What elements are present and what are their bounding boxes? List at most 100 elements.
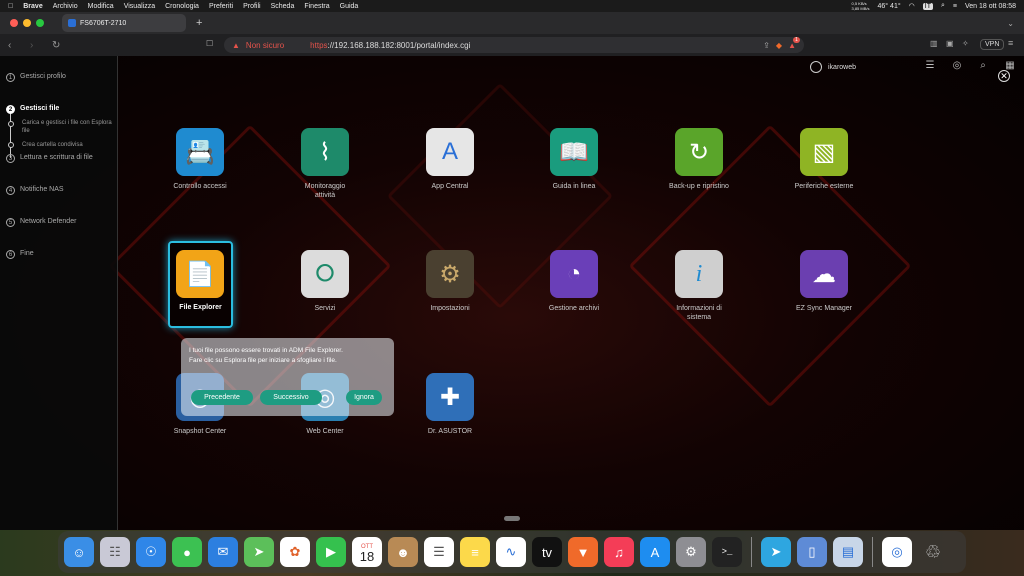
dock: ☺ ☷ ☉ ● ✉ ➤ ✿ ▶ OTT 18 ☻ ☰ ≡ ∿ tv ▼ ♫ A …	[58, 531, 966, 573]
close-window-button[interactable]	[10, 19, 18, 27]
settings-icon[interactable]: ⚙	[676, 537, 706, 567]
preview-icon[interactable]: ◎	[882, 537, 912, 567]
app-gestione-archivi[interactable]: ◔ Gestione archivi	[514, 250, 634, 313]
telegram-icon[interactable]: ➤	[761, 537, 791, 567]
next-button[interactable]: Successivo	[260, 390, 322, 405]
menu-profili[interactable]: Profili	[243, 3, 261, 10]
menu-archivio[interactable]: Archivio	[53, 3, 78, 10]
menu-visualizza[interactable]: Visualizza	[124, 3, 155, 10]
reload-button[interactable]: ↻	[52, 40, 66, 51]
finder-window-icon[interactable]: ▤	[833, 537, 863, 567]
launchpad-icon[interactable]: ☷	[100, 537, 130, 567]
freeform-icon[interactable]: ∿	[496, 537, 526, 567]
info-icon: i	[675, 250, 723, 298]
menu-guida[interactable]: Guida	[340, 3, 359, 10]
tab-list-chevron-icon[interactable]: ⌄	[1007, 19, 1014, 28]
app-periferiche[interactable]: ▧ Periferiche esterne	[764, 128, 884, 191]
step-number: 3	[6, 154, 15, 163]
search-icon[interactable]: ⌕	[977, 60, 989, 72]
control-center-icon[interactable]: ≡	[953, 3, 957, 10]
app-monitoraggio[interactable]: ⌇ Monitoraggio attività	[265, 128, 385, 200]
step-5[interactable]: 5 Network Defender	[6, 218, 76, 227]
app-label: File Explorer	[179, 304, 222, 311]
app-info-sistema[interactable]: i Informazioni di sistema	[639, 250, 759, 322]
substep-shared-folder[interactable]: Crea cartella condivisa	[22, 141, 83, 149]
step-4[interactable]: 4 Notifiche NAS	[6, 186, 64, 195]
network-speed: 0,5 KB/s 3,85 MB/s	[852, 1, 870, 11]
step-3[interactable]: 3 Lettura e scrittura di file	[6, 154, 93, 163]
leo-ai-icon[interactable]: ✧	[962, 39, 969, 48]
app-file-explorer[interactable]: 📄	[140, 250, 260, 304]
step-2[interactable]: 2 Gestisci file	[6, 105, 59, 114]
zoom-window-button[interactable]	[36, 19, 44, 27]
back-button[interactable]: ‹	[8, 40, 22, 51]
app-label: Dr. ASUSTOR	[427, 428, 473, 435]
app-servizi[interactable]: ⭘ Servizi	[265, 250, 385, 313]
menu-scheda[interactable]: Scheda	[271, 3, 295, 10]
search-icon[interactable]: ⌕	[941, 2, 945, 10]
notes-icon[interactable]: ≡	[460, 537, 490, 567]
mail-icon[interactable]: ✉	[208, 537, 238, 567]
new-tab-button[interactable]: +	[196, 17, 202, 29]
wallet-icon[interactable]: ▣	[946, 39, 954, 48]
appstore-icon[interactable]: A	[640, 537, 670, 567]
minimize-window-button[interactable]	[23, 19, 31, 27]
facetime-icon[interactable]: ▶	[316, 537, 346, 567]
cloud-sync-icon: ☁	[800, 250, 848, 298]
message-icon[interactable]: ☰	[924, 60, 936, 72]
wifi-icon[interactable]: ◠	[909, 2, 915, 10]
menu-icon[interactable]: ≡	[1008, 38, 1013, 48]
app-ez-sync[interactable]: ☁ EZ Sync Manager	[764, 250, 884, 313]
browser-tab[interactable]: FS6706T-2710	[62, 14, 186, 32]
user-menu[interactable]: ikaroweb	[810, 61, 856, 73]
vpn-button[interactable]: VPN	[980, 39, 1005, 50]
step-6[interactable]: 6 Fine	[6, 250, 34, 259]
close-tutorial-icon[interactable]: ✕	[998, 70, 1010, 82]
apple-icon[interactable]: 	[8, 3, 13, 10]
trash-icon[interactable]: ♲	[918, 537, 948, 567]
insecure-label[interactable]: Non sicuro	[246, 41, 284, 50]
previous-button[interactable]: Precedente	[191, 390, 253, 405]
step-1[interactable]: 1 Gestisci profilo	[6, 73, 66, 82]
menu-finestra[interactable]: Finestra	[304, 3, 329, 10]
brave-rewards-icon[interactable]: ▲ 1	[788, 36, 800, 50]
share-icon[interactable]: ⇪	[763, 41, 770, 50]
terminal-icon[interactable]: >_	[712, 537, 742, 567]
menu-modifica[interactable]: Modifica	[88, 3, 114, 10]
activity-icon[interactable]: ◎	[951, 60, 963, 72]
menu-cronologia[interactable]: Cronologia	[165, 3, 199, 10]
reminders-icon[interactable]: ☰	[424, 537, 454, 567]
app-guida[interactable]: 📖 Guida in linea	[514, 128, 634, 191]
temperature-readout[interactable]: 46° 41°	[878, 3, 901, 10]
messages-icon[interactable]: ●	[172, 537, 202, 567]
app-controllo-accessi[interactable]: 📇 Controllo accessi	[140, 128, 260, 191]
brave-icon[interactable]: ▼	[568, 537, 598, 567]
menu-app-name[interactable]: Brave	[23, 3, 42, 10]
brave-shields-icon[interactable]: ◆	[776, 41, 782, 50]
url-bar[interactable]: ▲ Non sicuro https://192.168.188.182:800…	[224, 36, 804, 53]
contacts-icon[interactable]: ☻	[388, 537, 418, 567]
maps-icon[interactable]: ➤	[244, 537, 274, 567]
clock[interactable]: Ven 18 ott 08:58	[965, 3, 1016, 10]
calendar-icon[interactable]: OTT 18	[352, 537, 382, 567]
forward-button[interactable]: ›	[30, 40, 44, 51]
menu-preferiti[interactable]: Preferiti	[209, 3, 233, 10]
safari-icon[interactable]: ☉	[136, 537, 166, 567]
bookmark-icon[interactable]: ☐	[206, 39, 213, 48]
photos-icon[interactable]: ✿	[280, 537, 310, 567]
sidebar-toggle-icon[interactable]: ▥	[930, 39, 938, 48]
step-label: Gestisci profilo	[20, 73, 66, 80]
app-backup[interactable]: ↻ Back-up e ripristino	[639, 128, 759, 191]
appletv-icon[interactable]: tv	[532, 537, 562, 567]
finder-icon[interactable]: ☺	[64, 537, 94, 567]
music-icon[interactable]: ♫	[604, 537, 634, 567]
ignore-button[interactable]: Ignora	[346, 390, 382, 405]
step-label: Notifiche NAS	[20, 186, 64, 193]
input-language[interactable]: IT	[922, 2, 933, 10]
app-impostazioni[interactable]: ⚙ Impostazioni	[390, 250, 510, 313]
page-indicator[interactable]	[504, 516, 520, 521]
iphone-mirroring-icon[interactable]: ▯	[797, 537, 827, 567]
app-dr-asustor[interactable]: ✚ Dr. ASUSTOR	[390, 373, 510, 436]
app-app-central[interactable]: A App Central	[390, 128, 510, 191]
substep-upload[interactable]: Carica e gestisci i file con Esplora fil…	[22, 119, 112, 135]
